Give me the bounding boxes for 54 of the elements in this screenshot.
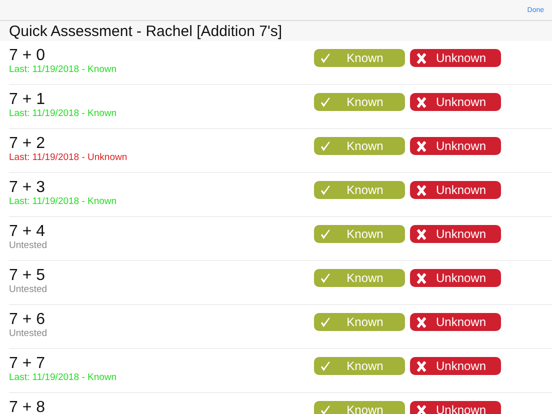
problem-text: 7 + 3	[9, 179, 46, 196]
problem-text: 7 + 7	[9, 355, 46, 372]
check-icon	[320, 184, 331, 196]
status-text: Last: 11/19/2018 - Known	[9, 64, 118, 76]
check-icon	[320, 360, 331, 372]
unknown-button[interactable]: Unknown	[410, 313, 501, 331]
check-icon	[320, 316, 331, 328]
status-text: Last: 11/19/2018 - Known	[9, 196, 118, 208]
status-text: Untested	[9, 328, 48, 340]
check-icon	[320, 96, 331, 108]
x-icon	[416, 316, 427, 328]
status-text: Last: 11/19/2018 - Known	[9, 108, 118, 120]
known-button[interactable]: Known	[314, 225, 405, 243]
x-icon	[416, 360, 427, 372]
x-icon	[416, 140, 427, 152]
unknown-button[interactable]: Unknown	[410, 401, 501, 414]
unknown-button[interactable]: Unknown	[410, 269, 501, 287]
x-icon	[416, 96, 427, 108]
x-icon	[416, 404, 427, 414]
known-button[interactable]: Known	[314, 181, 405, 199]
status-text: Last: 11/19/2018 - Known	[9, 372, 118, 384]
x-icon	[416, 184, 427, 196]
known-button[interactable]: Known	[314, 313, 405, 331]
unknown-button[interactable]: Unknown	[410, 225, 501, 243]
known-button[interactable]: Known	[314, 269, 405, 287]
problem-text: 7 + 0	[9, 47, 46, 64]
unknown-button[interactable]: Unknown	[410, 93, 501, 111]
known-button[interactable]: Known	[314, 401, 405, 414]
status-text: Untested	[9, 284, 48, 296]
problem-text: 7 + 4	[9, 223, 46, 240]
check-icon	[320, 404, 331, 414]
check-icon	[320, 228, 331, 240]
x-icon	[416, 272, 427, 284]
check-icon	[320, 272, 331, 284]
problem-text: 7 + 6	[9, 311, 46, 328]
problem-text: 7 + 1	[9, 91, 46, 108]
x-icon	[416, 228, 427, 240]
known-button[interactable]: Known	[314, 93, 405, 111]
page-title: Quick Assessment - Rachel [Addition 7's]	[9, 22, 282, 40]
x-icon	[416, 52, 427, 64]
problem-text: 7 + 5	[9, 267, 46, 284]
problem-text: 7 + 2	[9, 135, 46, 152]
check-icon	[320, 140, 331, 152]
unknown-button[interactable]: Unknown	[410, 181, 501, 199]
known-button[interactable]: Known	[314, 49, 405, 67]
known-button[interactable]: Known	[314, 357, 405, 375]
unknown-button[interactable]: Unknown	[410, 49, 501, 67]
problem-text: 7 + 8	[9, 399, 46, 414]
unknown-button[interactable]: Unknown	[410, 137, 501, 155]
check-icon	[320, 52, 331, 64]
known-button[interactable]: Known	[314, 137, 405, 155]
unknown-button[interactable]: Unknown	[410, 357, 501, 375]
status-text: Untested	[9, 240, 48, 252]
status-text: Last: 11/19/2018 - Unknown	[9, 152, 128, 164]
